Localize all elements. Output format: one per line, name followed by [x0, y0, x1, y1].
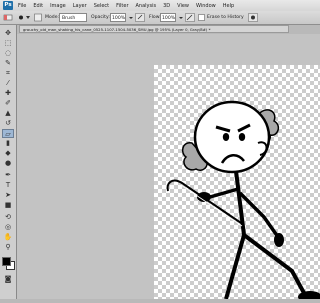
hand-tool-icon[interactable]: ✋ [2, 233, 14, 242]
menu-edit[interactable]: Edit [33, 3, 43, 9]
path-selection-tool-icon[interactable]: ➤ [2, 191, 14, 200]
3d-orbit-tool-icon[interactable]: ◎ [2, 223, 14, 232]
erase-to-history-label: Erase to History [207, 15, 244, 20]
erase-to-history-checkbox[interactable] [198, 13, 205, 22]
right-eye [238, 133, 246, 141]
mode-label: Mode: [45, 15, 60, 20]
mode-select-value: Brush [62, 16, 76, 21]
shape-tool-icon[interactable]: ■ [2, 201, 14, 210]
mode-select[interactable]: Brush [59, 13, 87, 22]
eyedropper-tool-icon[interactable]: ⁄ [2, 79, 14, 88]
opacity-label: Opacity: [91, 15, 110, 20]
menu-help[interactable]: Help [223, 3, 234, 9]
color-swatches[interactable] [2, 257, 15, 270]
opacity-field[interactable]: 100% [110, 13, 126, 22]
flow-field[interactable]: 100% [160, 13, 176, 22]
document-canvas[interactable] [154, 65, 320, 303]
lasso-tool-icon[interactable]: ◌ [2, 49, 14, 58]
gradient-tool-icon[interactable]: ▮ [2, 139, 14, 148]
opacity-dropdown-icon[interactable] [128, 13, 134, 22]
menu-select[interactable]: Select [94, 3, 109, 9]
eraser-tool-icon[interactable] [3, 13, 13, 22]
eraser-tool-icon[interactable]: ▱ [2, 129, 14, 138]
document-tab-title: grouchy_old_man_shaking_his_cane_0525-11… [23, 27, 211, 32]
menu-window[interactable]: Window [196, 3, 216, 9]
move-tool-icon[interactable]: ✥ [2, 29, 14, 38]
photoshop-logo: Ps [3, 1, 13, 10]
flow-value: 100% [162, 16, 176, 21]
body-line [234, 170, 246, 236]
left-arm [209, 187, 239, 199]
pen-tool-icon[interactable]: ✒ [2, 171, 14, 180]
cane [166, 179, 245, 226]
history-brush-tool-icon[interactable]: ↺ [2, 119, 14, 128]
3d-rotate-tool-icon[interactable]: ⟲ [2, 213, 14, 222]
right-leg [242, 233, 306, 294]
right-hand [274, 233, 284, 247]
menu-analysis[interactable]: Analysis [136, 3, 157, 9]
menu-list: File Edit Image Layer Select Filter Analysis 3D… [18, 0, 234, 11]
grouchy-old-man-artwork [166, 100, 320, 303]
menu-file[interactable]: File [18, 3, 26, 9]
pressure-size-icon[interactable] [248, 13, 258, 22]
left-eye [222, 133, 230, 141]
dodge-tool-icon[interactable]: ● [2, 159, 14, 168]
quick-selection-tool-icon[interactable]: ✎ [2, 59, 14, 68]
brush-panel-icon[interactable] [34, 13, 42, 22]
blur-tool-icon[interactable]: ◆ [2, 149, 14, 158]
menu-3d[interactable]: 3D [163, 3, 170, 9]
options-bar: Mode: Brush Opacity: 100% Flow: 100% Era… [0, 11, 320, 25]
airbrush-icon[interactable] [185, 13, 195, 22]
tools-panel: ✥ ⬚ ◌ ✎ ⌗ ⁄ ✚ ✐ ▲ ↺ ▱ ▮ ◆ ● ✒ T ➤ ■ ⟲ ◎ … [0, 25, 17, 299]
head [193, 100, 271, 174]
menu-filter[interactable]: Filter [116, 3, 128, 9]
type-tool-icon[interactable]: T [2, 181, 14, 190]
crop-tool-icon[interactable]: ⌗ [2, 69, 14, 78]
marquee-tool-icon[interactable]: ⬚ [2, 39, 14, 48]
brush-preset-picker[interactable] [17, 13, 31, 22]
clone-stamp-tool-icon[interactable]: ▲ [2, 109, 14, 118]
left-leg [224, 234, 246, 300]
foreground-color-swatch[interactable] [2, 257, 11, 266]
zoom-tool-icon[interactable]: ⚲ [2, 243, 14, 252]
quick-mask-icon[interactable]: ◙ [2, 275, 14, 284]
menu-image[interactable]: Image [50, 3, 66, 9]
menu-view[interactable]: View [177, 3, 189, 9]
right-arm [238, 191, 280, 239]
workspace [17, 34, 320, 303]
spot-healing-tool-icon[interactable]: ✚ [2, 89, 14, 98]
document-tab[interactable]: grouchy_old_man_shaking_his_cane_0525-11… [19, 25, 289, 33]
flow-dropdown-icon[interactable] [178, 13, 184, 22]
opacity-value: 100% [112, 16, 126, 21]
brush-tool-icon[interactable]: ✐ [2, 99, 14, 108]
menu-layer[interactable]: Layer [73, 3, 87, 9]
pressure-opacity-icon[interactable] [135, 13, 145, 22]
